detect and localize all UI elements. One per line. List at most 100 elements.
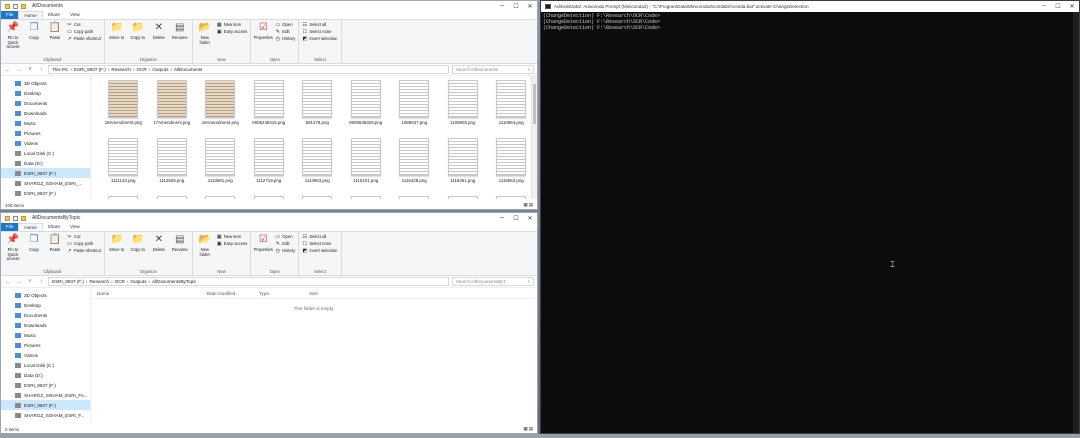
nav-item[interactable]: 3D Objects [1, 290, 90, 300]
close-icon[interactable]: ✕ [1065, 1, 1079, 11]
up-arrow-icon[interactable]: ↑ [37, 67, 45, 73]
back-arrow-icon[interactable]: ← [4, 67, 12, 73]
new-folder-qat-icon[interactable] [21, 3, 26, 9]
paste-button[interactable]: 📋 Paste [46, 22, 64, 41]
view-toggle-icons[interactable]: ▦ ▤ [523, 202, 533, 208]
file-thumbnail[interactable]: 581278.png [293, 80, 342, 138]
nav-item[interactable]: ESRI_9937 (F:) [1, 168, 90, 178]
properties-button[interactable]: ☑ Properties [254, 22, 273, 41]
history-button[interactable]: ◷ History [275, 36, 296, 42]
pin-quick-access-button[interactable]: 📌 Pin to Quick access [4, 22, 22, 50]
tab-share[interactable]: Share [43, 11, 65, 19]
invert-selection-button[interactable]: ◩ Invert selection [302, 248, 337, 254]
file-thumbnail[interactable] [99, 196, 148, 199]
select-all-button[interactable]: ☷ Select all [302, 22, 337, 28]
new-folder-button[interactable]: 📂 New folder [196, 22, 214, 45]
tab-view[interactable]: View [65, 223, 85, 231]
tab-file[interactable]: File [1, 11, 19, 19]
view-toggle-icons[interactable]: ▦ ▤ [523, 426, 533, 432]
history-button[interactable]: ◷ History [275, 248, 296, 254]
copy-button[interactable]: ❐ Copy [25, 234, 43, 253]
nav-item[interactable]: SHARGZ_SOHAM_ESRI_... [1, 178, 90, 188]
column-name[interactable]: Name [97, 291, 207, 296]
easy-access-button[interactable]: ▣ Easy access [217, 29, 247, 35]
minimize-icon[interactable]: ─ [495, 1, 509, 11]
breadcrumb-segment[interactable]: OCR [115, 279, 125, 284]
nav-item[interactable]: SHARGZ_SOHAM_ESRI_Fo... [1, 390, 90, 400]
file-thumbnail[interactable]: 1113681.png [196, 138, 245, 196]
breadcrumb-segment[interactable]: Outputs [130, 279, 146, 284]
file-thumbnail[interactable] [390, 196, 439, 199]
breadcrumb-segment[interactable]: Research [111, 67, 131, 72]
move-to-button[interactable]: 📁 Move to [108, 234, 126, 253]
recent-chevron-icon[interactable]: ˅ [26, 279, 34, 285]
file-thumbnail[interactable] [293, 196, 342, 199]
forward-arrow-icon[interactable]: → [15, 279, 23, 285]
copy-to-button[interactable]: 📁 Copy to [129, 22, 147, 41]
file-thumbnail[interactable]: 1110854.png [487, 80, 536, 138]
file-thumbnail[interactable]: 1112719.png [245, 138, 294, 196]
anaconda-prompt-window[interactable]: Administrator: Anaconda Prompt (Minicond… [540, 0, 1080, 434]
move-to-button[interactable]: 📁 Move to [108, 22, 126, 41]
breadcrumb-segment[interactable]: ESRI_9937 (F:) [74, 67, 106, 72]
properties-button[interactable]: ☑ Properties [254, 234, 273, 253]
nav-item[interactable]: Pictures [1, 340, 90, 350]
open-button[interactable]: ▭ Open [275, 22, 295, 28]
maximize-icon[interactable]: ☐ [509, 213, 523, 223]
nav-item[interactable]: Data (D:) [1, 370, 90, 380]
file-thumbnail[interactable]: 19Amendment.png [196, 80, 245, 138]
properties-qat-icon[interactable] [13, 215, 18, 221]
pin-quick-access-button[interactable]: 📌 Pin to Quick access [4, 234, 22, 262]
back-arrow-icon[interactable]: ← [4, 279, 12, 285]
nav-item[interactable]: Desktop [1, 300, 90, 310]
new-item-button[interactable]: ▦ New item [217, 22, 248, 28]
easy-access-button[interactable]: ▣ Easy access [217, 241, 247, 247]
explorer-window-all-documents[interactable]: AllDocuments ─ ☐ ✕ File Home Share View … [0, 0, 538, 210]
navigation-pane[interactable]: 3D Objects Desktop Documents Downloads Music… [1, 76, 91, 199]
edit-button[interactable]: ✎ Edit [275, 241, 295, 247]
file-thumbnail[interactable]: 0000948325.png [342, 80, 391, 138]
select-none-button[interactable]: ☐ Select none [302, 29, 337, 35]
nav-item[interactable]: Videos [1, 138, 90, 148]
file-thumbnail[interactable]: 17Amendment.png [148, 80, 197, 138]
nav-item[interactable]: Documents [1, 98, 90, 108]
invert-selection-button[interactable]: ◩ Invert selection [302, 36, 337, 42]
maximize-icon[interactable]: ☐ [1051, 1, 1065, 11]
scrollbar-thumb[interactable] [533, 84, 536, 124]
nav-item[interactable]: Desktop [1, 88, 90, 98]
breadcrumb-segment[interactable]: This PC [52, 67, 68, 72]
column-type[interactable]: Type [259, 291, 309, 296]
file-thumbnail[interactable]: 1088637.png [390, 80, 439, 138]
nav-item[interactable]: Local Disk (C:) [1, 360, 90, 370]
minimize-icon[interactable]: ─ [495, 213, 509, 223]
nav-item[interactable]: Music [1, 118, 90, 128]
file-thumbnail[interactable] [342, 196, 391, 199]
nav-item[interactable]: ESRI_9937 (F:) [1, 400, 90, 410]
address-bar[interactable]: ESRI_9937 (F:) › Research › OCR › Outputs › … [48, 277, 449, 286]
file-thumbnail[interactable]: 1108903.png [439, 80, 488, 138]
nav-item[interactable]: Videos [1, 350, 90, 360]
select-all-button[interactable]: ☷ Select all [302, 234, 337, 240]
file-thumbnail[interactable] [148, 196, 197, 199]
breadcrumb-segment[interactable]: AllDocumentsByTopic [152, 279, 196, 284]
tab-file[interactable]: File [1, 223, 19, 231]
maximize-icon[interactable]: ☐ [509, 1, 523, 11]
new-folder-qat-icon[interactable] [21, 215, 26, 221]
nav-item[interactable]: 3D Objects [1, 78, 90, 88]
breadcrumb-segment[interactable]: AllDocuments [174, 67, 202, 72]
new-folder-button[interactable]: 📂 New folder [196, 234, 214, 257]
nav-item[interactable]: SHARGZ_SOHAM_ESRI_F... [1, 410, 90, 420]
copy-path-button[interactable]: ▭ Copy path [67, 29, 101, 35]
nav-item[interactable]: Downloads [1, 108, 90, 118]
copy-to-button[interactable]: 📁 Copy to [129, 234, 147, 253]
tab-view[interactable]: View [65, 11, 85, 19]
close-icon[interactable]: ✕ [523, 1, 537, 11]
forward-arrow-icon[interactable]: → [15, 67, 23, 73]
nav-item[interactable]: Documents [1, 310, 90, 320]
console-output[interactable]: (ChangeDetection) F:\Research\OCR\Code> … [541, 12, 1079, 32]
file-thumbnail[interactable]: 1116461.png [439, 138, 488, 196]
breadcrumb-segment[interactable]: Research [89, 279, 109, 284]
edit-button[interactable]: ✎ Edit [275, 29, 295, 35]
nav-item[interactable]: ESRI_9937 (F:) [1, 188, 90, 198]
file-thumbnail[interactable]: 1112528.png [148, 138, 197, 196]
